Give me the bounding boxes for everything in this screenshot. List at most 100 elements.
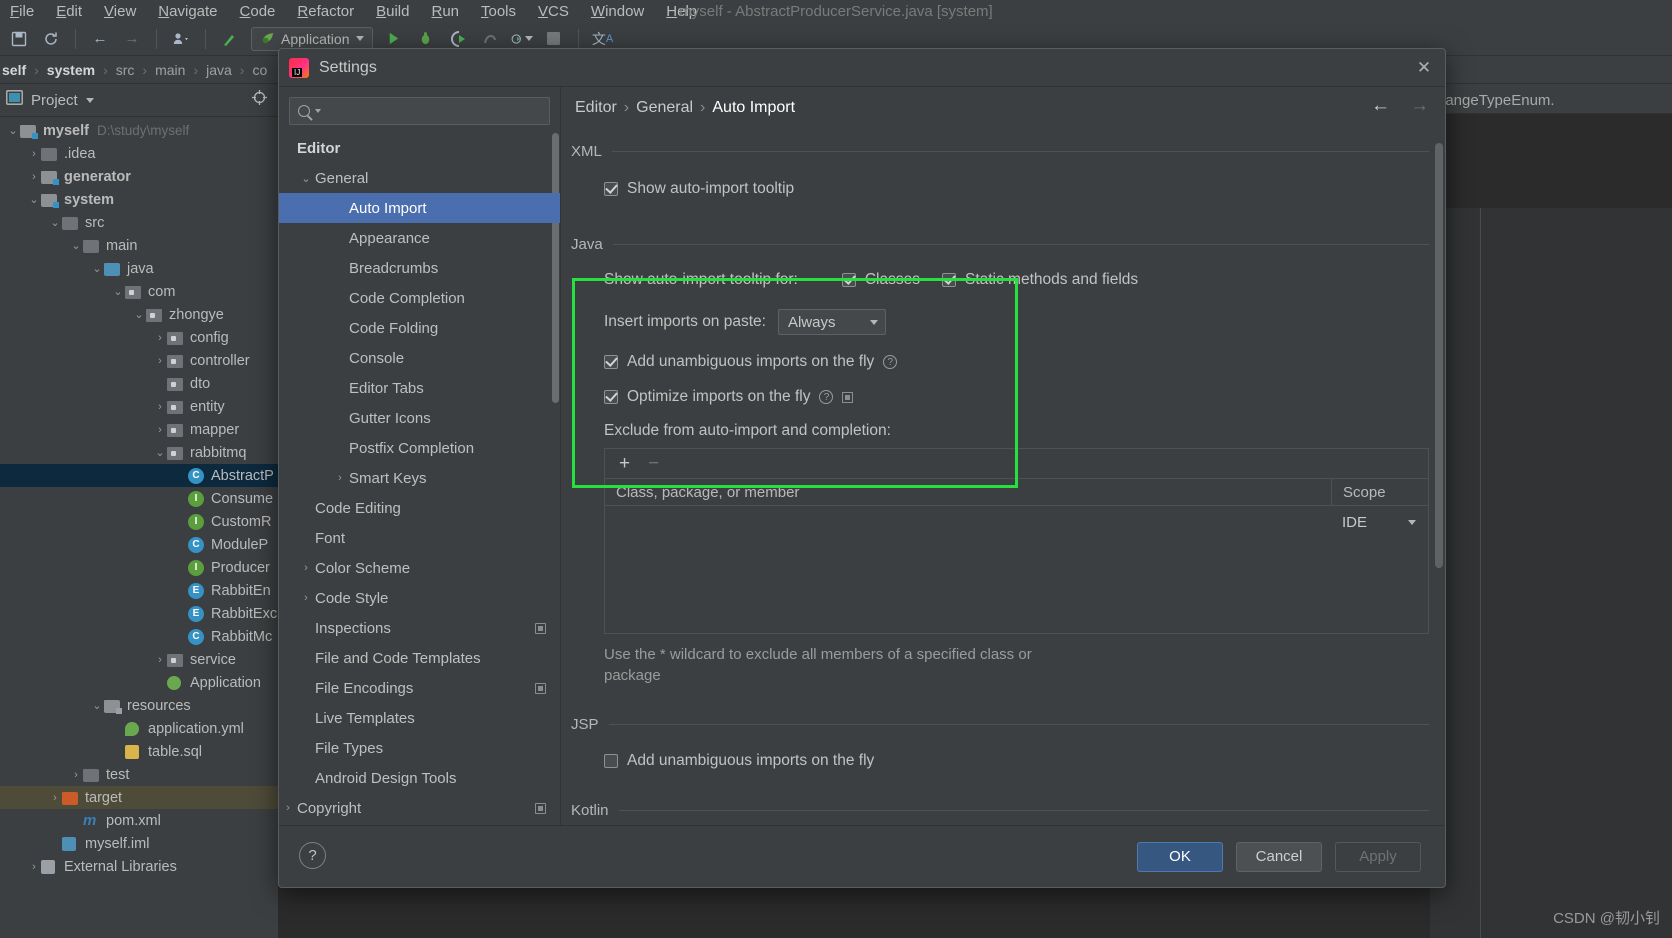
optimize-imports-row[interactable]: Optimize imports on the fly ? — [604, 388, 1429, 406]
project-tree-item[interactable]: › controller — [0, 349, 278, 372]
project-tree-item[interactable]: m pom.xml — [0, 809, 278, 832]
project-tree-item[interactable]: table.sql — [0, 740, 278, 763]
tree-twisty-icon[interactable]: ⌄ — [90, 699, 104, 712]
back-arrow-icon[interactable]: ← — [89, 28, 111, 50]
ide-breadcrumb-item[interactable]: system — [45, 62, 97, 78]
project-tree-item[interactable]: Application — [0, 671, 278, 694]
tree-twisty-icon[interactable]: › — [153, 355, 167, 367]
cancel-button[interactable]: Cancel — [1236, 841, 1322, 872]
scope-dropdown[interactable]: IDE — [1332, 509, 1424, 535]
settings-nav-item-editor-tabs[interactable]: Editor Tabs — [279, 373, 560, 403]
tree-twisty-icon[interactable]: › — [27, 861, 41, 873]
build-hammer-icon[interactable] — [219, 28, 241, 50]
java-static-methods-checkbox[interactable] — [941, 273, 956, 287]
tree-twisty-icon[interactable]: › — [153, 332, 167, 344]
java-classes-checkbox[interactable] — [841, 273, 856, 287]
settings-nav-item-breadcrumbs[interactable]: Breadcrumbs — [279, 253, 560, 283]
sync-icon[interactable] — [40, 28, 62, 50]
project-tree-item[interactable]: C RabbitMc — [0, 625, 278, 648]
project-tree-item[interactable]: ⌄ src — [0, 211, 278, 234]
debug-icon[interactable] — [415, 28, 437, 50]
tree-twisty-icon[interactable]: ⌄ — [69, 239, 83, 252]
settings-nav-item-file-and-code-templates[interactable]: File and Code Templates — [279, 643, 560, 673]
menu-item-tools[interactable]: Tools — [481, 3, 516, 20]
breadcrumb-general[interactable]: General — [636, 99, 693, 117]
settings-nav-item-file-types[interactable]: File Types — [279, 733, 560, 763]
tree-twisty-icon[interactable]: ⌄ — [90, 262, 104, 275]
save-icon[interactable] — [8, 28, 30, 50]
settings-nav-item-code-folding[interactable]: Code Folding — [279, 313, 560, 343]
jsp-add-unambiguous-checkbox[interactable] — [604, 754, 618, 768]
project-tree-item[interactable]: › config — [0, 326, 278, 349]
exclude-table-body[interactable]: IDE — [605, 506, 1428, 633]
project-tree-item[interactable]: application.yml — [0, 717, 278, 740]
settings-nav-item-smart-keys[interactable]: › Smart Keys — [279, 463, 560, 493]
menu-item-vcs[interactable]: VCS — [538, 3, 569, 20]
exclude-table-rows[interactable] — [605, 506, 1332, 633]
settings-nav-item-font[interactable]: Font — [279, 523, 560, 553]
nav-twisty-icon[interactable]: › — [331, 472, 349, 484]
project-tree-item[interactable]: › External Libraries — [0, 855, 278, 878]
project-tree[interactable]: ⌄ myself D:\study\myself › .idea › generator ⌄ s… — [0, 117, 278, 938]
add-unambiguous-java-row[interactable]: Add unambiguous imports on the fly ? — [604, 353, 1429, 371]
nav-forward-arrow-icon[interactable]: → — [1410, 95, 1429, 117]
tree-twisty-icon[interactable]: › — [27, 148, 41, 160]
add-unambiguous-java-checkbox[interactable] — [604, 355, 618, 369]
tree-twisty-icon[interactable]: ⌄ — [27, 193, 41, 206]
profile-dropdown-icon[interactable] — [170, 28, 192, 50]
tree-twisty-icon[interactable]: › — [153, 424, 167, 436]
nav-twisty-icon[interactable]: › — [297, 562, 315, 574]
settings-nav-item-android-design-tools[interactable]: Android Design Tools — [279, 763, 560, 793]
tree-twisty-icon[interactable]: ⌄ — [6, 124, 20, 137]
tree-twisty-icon[interactable]: › — [69, 769, 83, 781]
tree-twisty-icon[interactable]: › — [153, 401, 167, 413]
settings-nav-item-gutter-icons[interactable]: Gutter Icons — [279, 403, 560, 433]
ide-breadcrumb-item[interactable]: self — [0, 62, 28, 78]
project-tree-item[interactable]: C ModuleP — [0, 533, 278, 556]
tree-twisty-icon[interactable]: ⌄ — [132, 308, 146, 321]
settings-nav-item-postfix-completion[interactable]: Postfix Completion — [279, 433, 560, 463]
project-tree-item[interactable]: I Consume — [0, 487, 278, 510]
jsp-add-unambiguous-row[interactable]: Add unambiguous imports on the fly — [604, 752, 1429, 770]
settings-nav-item-copyright[interactable]: › Copyright — [279, 793, 560, 823]
ok-button[interactable]: OK — [1137, 841, 1223, 872]
tree-twisty-icon[interactable]: › — [27, 171, 41, 183]
search-input[interactable] — [325, 103, 541, 119]
chevron-down-icon[interactable] — [85, 97, 94, 103]
ide-breadcrumb-item[interactable]: src — [114, 62, 137, 78]
project-tree-item[interactable]: ⌄ zhongye — [0, 303, 278, 326]
nav-twisty-icon[interactable]: › — [279, 802, 297, 814]
settings-nav-item-auto-import[interactable]: Auto Import — [279, 193, 560, 223]
run-with-coverage-icon[interactable] — [447, 28, 469, 50]
nav-twisty-icon[interactable]: › — [297, 592, 315, 604]
project-tree-item[interactable]: E RabbitExc — [0, 602, 278, 625]
project-tree-item[interactable]: ⌄ resources — [0, 694, 278, 717]
insert-imports-dropdown[interactable]: Always — [777, 309, 886, 335]
settings-nav-item-code-editing[interactable]: Code Editing — [279, 493, 560, 523]
project-tree-item[interactable]: ⌄ myself D:\study\myself — [0, 119, 278, 142]
run-configuration-selector[interactable]: Application — [251, 26, 373, 51]
project-tree-item[interactable]: › entity — [0, 395, 278, 418]
attach-profiler-icon[interactable] — [511, 28, 533, 50]
menu-item-code[interactable]: Code — [240, 3, 276, 20]
settings-nav-item-file-encodings[interactable]: File Encodings — [279, 673, 560, 703]
project-tree-item[interactable]: I Producer — [0, 556, 278, 579]
menu-item-file[interactable]: File — [10, 3, 34, 20]
tree-twisty-icon[interactable]: › — [153, 654, 167, 666]
menu-item-build[interactable]: Build — [376, 3, 409, 20]
project-tree-item[interactable]: › service — [0, 648, 278, 671]
project-tree-item[interactable]: › target — [0, 786, 278, 809]
menu-item-view[interactable]: View — [104, 3, 136, 20]
project-tree-item[interactable]: ⌄ rabbitmq — [0, 441, 278, 464]
settings-nav-list[interactable]: Editor ⌄ General Auto Import Appearance Bread… — [279, 133, 560, 825]
xml-show-tooltip-row[interactable]: Show auto-import tooltip — [604, 180, 1429, 198]
settings-nav-item-console[interactable]: Console — [279, 343, 560, 373]
menu-item-edit[interactable]: Edit — [56, 3, 82, 20]
menu-item-refactor[interactable]: Refactor — [297, 3, 354, 20]
optimize-imports-checkbox[interactable] — [604, 390, 618, 404]
project-tree-item[interactable]: ⌄ java — [0, 257, 278, 280]
help-icon[interactable]: ? — [819, 390, 834, 404]
ide-breadcrumb-item[interactable]: co — [250, 62, 269, 78]
project-tree-item[interactable]: ⌄ com — [0, 280, 278, 303]
editor-tab-label[interactable]: hangeTypeEnum. — [1437, 92, 1555, 109]
